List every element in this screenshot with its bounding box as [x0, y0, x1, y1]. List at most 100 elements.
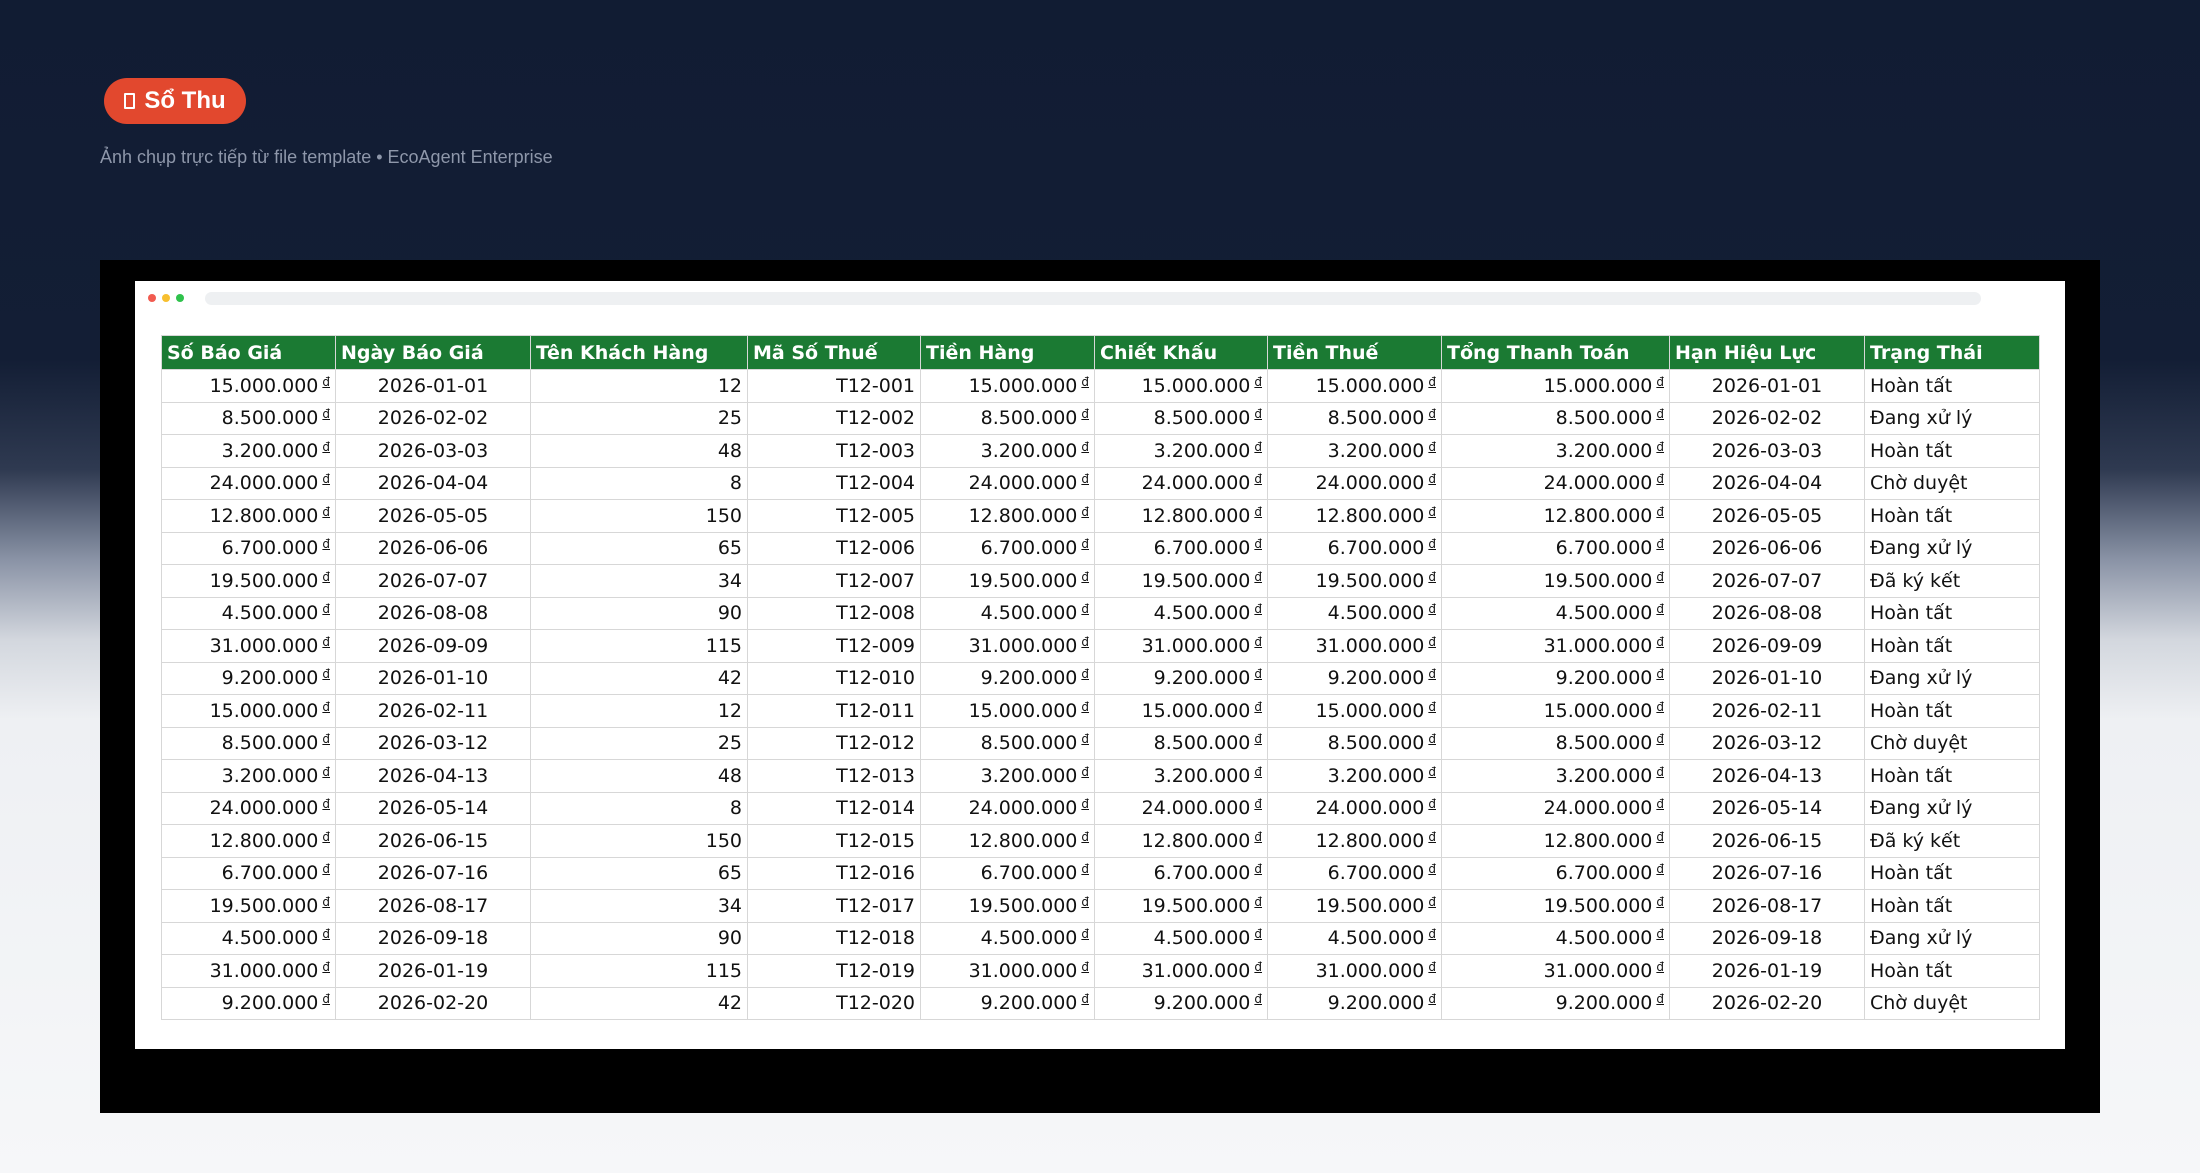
- status-cell[interactable]: Hoàn tất: [1864, 629, 2040, 663]
- quote-date-cell[interactable]: 2026-02-20: [335, 986, 531, 1020]
- goods-amount-cell[interactable]: 12.800.000 đ: [920, 824, 1095, 858]
- status-cell[interactable]: Chờ duyệt: [1864, 466, 2040, 500]
- tax-code-cell[interactable]: T12-003: [747, 434, 921, 468]
- tax-amount-cell[interactable]: 8.500.000 đ: [1267, 401, 1442, 435]
- total-payment-cell[interactable]: 19.500.000 đ: [1441, 564, 1670, 598]
- expiry-date-cell[interactable]: 2026-01-19: [1669, 954, 1865, 988]
- quote-date-cell[interactable]: 2026-06-15: [335, 824, 531, 858]
- quote-date-cell[interactable]: 2026-03-12: [335, 726, 531, 760]
- customer-name-cell[interactable]: 12: [530, 694, 748, 728]
- column-header[interactable]: Chiết Khấu: [1094, 335, 1268, 370]
- discount-cell[interactable]: 24.000.000 đ: [1094, 791, 1268, 825]
- status-cell[interactable]: Đang xử lý: [1864, 791, 2040, 825]
- status-cell[interactable]: Hoàn tất: [1864, 596, 2040, 630]
- tax-code-cell[interactable]: T12-006: [747, 531, 921, 565]
- goods-amount-cell[interactable]: 8.500.000 đ: [920, 401, 1095, 435]
- quote-number-cell[interactable]: 15.000.000 đ: [161, 369, 336, 403]
- expiry-date-cell[interactable]: 2026-03-12: [1669, 726, 1865, 760]
- goods-amount-cell[interactable]: 4.500.000 đ: [920, 596, 1095, 630]
- table-row[interactable]: 6.700.000 đ 2026-06-06 65 T12-006 6.700.000 đ 6…: [161, 531, 2040, 565]
- total-payment-cell[interactable]: 4.500.000 đ: [1441, 921, 1670, 955]
- customer-name-cell[interactable]: 115: [530, 629, 748, 663]
- table-row[interactable]: 15.000.000 đ 2026-01-01 12 T12-001 15.000.000…: [161, 369, 2040, 403]
- column-header[interactable]: Số Báo Giá: [161, 335, 336, 370]
- quote-date-cell[interactable]: 2026-04-13: [335, 759, 531, 793]
- table-row[interactable]: 3.200.000 đ 2026-04-13 48 T12-013 3.200.000 đ 3…: [161, 759, 2040, 793]
- table-row[interactable]: 8.500.000 đ 2026-03-12 25 T12-012 8.500.000 đ 8…: [161, 726, 2040, 760]
- status-cell[interactable]: Chờ duyệt: [1864, 726, 2040, 760]
- customer-name-cell[interactable]: 150: [530, 824, 748, 858]
- tax-amount-cell[interactable]: 8.500.000 đ: [1267, 726, 1442, 760]
- status-cell[interactable]: Hoàn tất: [1864, 856, 2040, 890]
- total-payment-cell[interactable]: 19.500.000 đ: [1441, 889, 1670, 923]
- customer-name-cell[interactable]: 115: [530, 954, 748, 988]
- total-payment-cell[interactable]: 12.800.000 đ: [1441, 824, 1670, 858]
- total-payment-cell[interactable]: 15.000.000 đ: [1441, 369, 1670, 403]
- expiry-date-cell[interactable]: 2026-03-03: [1669, 434, 1865, 468]
- total-payment-cell[interactable]: 8.500.000 đ: [1441, 401, 1670, 435]
- customer-name-cell[interactable]: 8: [530, 791, 748, 825]
- quote-number-cell[interactable]: 8.500.000 đ: [161, 401, 336, 435]
- tax-code-cell[interactable]: T12-018: [747, 921, 921, 955]
- tax-amount-cell[interactable]: 9.200.000 đ: [1267, 661, 1442, 695]
- column-header[interactable]: Trạng Thái: [1864, 335, 2040, 370]
- tax-amount-cell[interactable]: 31.000.000 đ: [1267, 629, 1442, 663]
- quote-date-cell[interactable]: 2026-05-14: [335, 791, 531, 825]
- table-row[interactable]: 6.700.000 đ 2026-07-16 65 T12-016 6.700.000 đ 6…: [161, 856, 2040, 890]
- tax-code-cell[interactable]: T12-009: [747, 629, 921, 663]
- tax-amount-cell[interactable]: 6.700.000 đ: [1267, 531, 1442, 565]
- tax-amount-cell[interactable]: 6.700.000 đ: [1267, 856, 1442, 890]
- expiry-date-cell[interactable]: 2026-04-13: [1669, 759, 1865, 793]
- goods-amount-cell[interactable]: 15.000.000 đ: [920, 369, 1095, 403]
- quote-date-cell[interactable]: 2026-07-16: [335, 856, 531, 890]
- goods-amount-cell[interactable]: 19.500.000 đ: [920, 564, 1095, 598]
- tax-code-cell[interactable]: T12-014: [747, 791, 921, 825]
- total-payment-cell[interactable]: 6.700.000 đ: [1441, 531, 1670, 565]
- tax-amount-cell[interactable]: 24.000.000 đ: [1267, 466, 1442, 500]
- quote-number-cell[interactable]: 24.000.000 đ: [161, 466, 336, 500]
- goods-amount-cell[interactable]: 6.700.000 đ: [920, 856, 1095, 890]
- customer-name-cell[interactable]: 34: [530, 564, 748, 598]
- status-cell[interactable]: Chờ duyệt: [1864, 986, 2040, 1020]
- customer-name-cell[interactable]: 42: [530, 661, 748, 695]
- tax-code-cell[interactable]: T12-002: [747, 401, 921, 435]
- customer-name-cell[interactable]: 48: [530, 759, 748, 793]
- quote-number-cell[interactable]: 6.700.000 đ: [161, 856, 336, 890]
- tax-code-cell[interactable]: T12-012: [747, 726, 921, 760]
- goods-amount-cell[interactable]: 24.000.000 đ: [920, 791, 1095, 825]
- table-row[interactable]: 4.500.000 đ 2026-08-08 90 T12-008 4.500.000 đ 4…: [161, 596, 2040, 630]
- customer-name-cell[interactable]: 25: [530, 726, 748, 760]
- customer-name-cell[interactable]: 65: [530, 856, 748, 890]
- quote-date-cell[interactable]: 2026-08-08: [335, 596, 531, 630]
- column-header[interactable]: Tên Khách Hàng: [530, 335, 748, 370]
- tax-code-cell[interactable]: T12-004: [747, 466, 921, 500]
- total-payment-cell[interactable]: 8.500.000 đ: [1441, 726, 1670, 760]
- table-row[interactable]: 15.000.000 đ 2026-02-11 12 T12-011 15.000.000…: [161, 694, 2040, 728]
- quote-date-cell[interactable]: 2026-01-01: [335, 369, 531, 403]
- status-cell[interactable]: Hoàn tất: [1864, 499, 2040, 533]
- so-thu-badge[interactable]: Sổ Thu: [104, 78, 246, 124]
- goods-amount-cell[interactable]: 15.000.000 đ: [920, 694, 1095, 728]
- expiry-date-cell[interactable]: 2026-05-14: [1669, 791, 1865, 825]
- expiry-date-cell[interactable]: 2026-02-11: [1669, 694, 1865, 728]
- quote-number-cell[interactable]: 9.200.000 đ: [161, 986, 336, 1020]
- discount-cell[interactable]: 6.700.000 đ: [1094, 856, 1268, 890]
- total-payment-cell[interactable]: 4.500.000 đ: [1441, 596, 1670, 630]
- status-cell[interactable]: Đã ký kết: [1864, 564, 2040, 598]
- customer-name-cell[interactable]: 65: [530, 531, 748, 565]
- tax-amount-cell[interactable]: 3.200.000 đ: [1267, 434, 1442, 468]
- discount-cell[interactable]: 4.500.000 đ: [1094, 596, 1268, 630]
- table-row[interactable]: 12.800.000 đ 2026-05-05 150 T12-005 12.800.00…: [161, 499, 2040, 533]
- quote-number-cell[interactable]: 19.500.000 đ: [161, 564, 336, 598]
- expiry-date-cell[interactable]: 2026-07-16: [1669, 856, 1865, 890]
- tax-code-cell[interactable]: T12-020: [747, 986, 921, 1020]
- quote-number-cell[interactable]: 24.000.000 đ: [161, 791, 336, 825]
- total-payment-cell[interactable]: 15.000.000 đ: [1441, 694, 1670, 728]
- tax-code-cell[interactable]: T12-011: [747, 694, 921, 728]
- total-payment-cell[interactable]: 31.000.000 đ: [1441, 629, 1670, 663]
- discount-cell[interactable]: 24.000.000 đ: [1094, 466, 1268, 500]
- table-row[interactable]: 24.000.000 đ 2026-05-14 8 T12-014 24.000.000 đ…: [161, 791, 2040, 825]
- customer-name-cell[interactable]: 90: [530, 921, 748, 955]
- customer-name-cell[interactable]: 34: [530, 889, 748, 923]
- expiry-date-cell[interactable]: 2026-09-18: [1669, 921, 1865, 955]
